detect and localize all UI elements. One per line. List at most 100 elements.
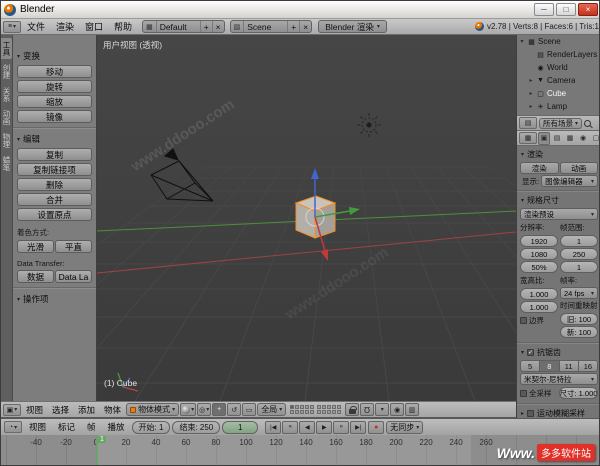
start-frame-field[interactable]: 1 [560, 235, 598, 247]
outliner-item-cube[interactable]: ▸ ▢ Cube [517, 87, 600, 100]
aa-samples-8[interactable]: 8 [540, 360, 559, 372]
expander-icon[interactable]: ▸ [528, 77, 534, 84]
outliner-item-scene[interactable]: ▾ ▦ Scene [517, 35, 600, 48]
panel-header-motion-blur[interactable]: ▸运动模糊采样 [517, 406, 600, 418]
snap-toggle[interactable]: Ω [360, 403, 374, 416]
viewport-3d[interactable]: 用户视图 (透视) (1) Cube www.ddooo.com www.ddo… [97, 35, 516, 401]
menu-add[interactable]: 添加 [74, 404, 99, 416]
editor-type-button[interactable]: ▦ [519, 132, 537, 144]
titlebar[interactable]: Blender ─ □ × [1, 1, 600, 19]
layer-cell[interactable] [290, 405, 294, 409]
editor-type-button[interactable]: ≡▾ [3, 21, 21, 33]
viewport-shading-dropdown[interactable]: ▾ [180, 403, 196, 416]
minimize-button[interactable]: ─ [534, 3, 554, 16]
current-frame-field[interactable]: 1 [222, 421, 258, 434]
resolution-x-field[interactable]: 1920 [520, 235, 558, 247]
full-sample-checkbox[interactable]: 全采样 [520, 387, 558, 400]
opengl-render-button[interactable]: ◉ [390, 403, 404, 416]
frame-step-field[interactable]: 1 [560, 261, 598, 273]
menu-file[interactable]: 文件 [22, 20, 50, 33]
playhead[interactable]: 1 [96, 435, 98, 466]
menu-select[interactable]: 选择 [48, 404, 73, 416]
set-origin-button[interactable]: 设置原点 [17, 208, 92, 221]
panel-header-render[interactable]: ▾渲染 [517, 147, 600, 161]
tab-tools[interactable]: 工具 [1, 38, 12, 59]
panel-header-antialiasing[interactable]: ▾✓抗锯齿 [517, 345, 600, 359]
menu-marker[interactable]: 标记 [53, 421, 80, 433]
expander-icon[interactable]: ▾ [519, 38, 525, 45]
layers-widget[interactable] [290, 405, 341, 414]
aspect-y-field[interactable]: 1.000 [520, 301, 558, 313]
opengl-render-anim-button[interactable]: ▥ [405, 403, 419, 416]
lamp-object[interactable] [357, 113, 381, 137]
aa-samples-5[interactable]: 5 [520, 360, 540, 372]
panel-header-transform[interactable]: ▾变换 [13, 48, 96, 63]
panel-header-edit[interactable]: ▾编辑 [13, 131, 96, 146]
outliner-item-lamp[interactable]: ▸ ☀ Lamp [517, 100, 600, 113]
display-dropdown[interactable]: 图像编辑器▾ [541, 175, 598, 187]
play-reverse-button[interactable]: ◀ [299, 421, 315, 434]
remove-scene-button[interactable]: × [299, 21, 311, 32]
menu-window[interactable]: 窗口 [80, 20, 108, 33]
expander-icon[interactable]: ▸ [528, 103, 534, 110]
editor-type-button[interactable]: ◔▾ [4, 421, 22, 433]
remap-old-field[interactable]: 旧: 100 [560, 313, 598, 325]
camera-object[interactable] [151, 149, 213, 201]
frame-end-field[interactable]: 结束: 250 [172, 421, 220, 434]
rotate-button[interactable]: 旋转 [17, 80, 92, 93]
resolution-percent-field[interactable]: 50% [520, 261, 558, 273]
tab-scene[interactable]: ▦ [564, 132, 576, 145]
auto-keyframe-button[interactable]: ● [368, 421, 384, 434]
resolution-y-field[interactable]: 1080 [520, 248, 558, 260]
outliner-item-world[interactable]: ◉ World [517, 61, 600, 74]
outliner-item-renderlayers[interactable]: ▤ RenderLayers [517, 48, 600, 61]
maximize-button[interactable]: □ [556, 3, 576, 16]
panel-header-operator[interactable]: ▾操作项 [13, 291, 96, 306]
tab-grease-pencil[interactable]: 蜡笔 [1, 153, 12, 174]
translate-button[interactable]: 移动 [17, 65, 92, 78]
frame-start-field[interactable]: 开始: 1 [132, 421, 171, 434]
aa-samples-11[interactable]: 11 [560, 360, 579, 372]
mode-dropdown[interactable]: 物体模式 ▾ [126, 403, 179, 416]
aspect-x-field[interactable]: 1.000 [520, 288, 558, 300]
display-mode-dropdown[interactable]: 所有场景▾ [539, 118, 582, 129]
render-presets-dropdown[interactable]: 渲染预设▾ [520, 208, 598, 220]
editor-type-button[interactable]: ▤ [519, 117, 537, 129]
add-layout-button[interactable]: + [200, 21, 212, 32]
shade-flat-button[interactable]: 平直 [55, 240, 92, 253]
snap-element-dropdown[interactable]: ▾ [375, 403, 389, 416]
tab-object[interactable]: ▢ [590, 132, 600, 145]
scale-button[interactable]: 缩放 [17, 95, 92, 108]
delete-button[interactable]: 删除 [17, 178, 92, 191]
checkbox-checked-icon[interactable]: ✓ [527, 349, 534, 356]
shade-smooth-button[interactable]: 光滑 [17, 240, 54, 253]
tab-relations[interactable]: 关系 [1, 84, 12, 105]
next-keyframe-button[interactable]: » [333, 421, 349, 434]
border-checkbox[interactable]: 边界 [520, 314, 558, 327]
manipulator-rotate-toggle[interactable]: ↺ [227, 403, 241, 416]
aa-filter-dropdown[interactable]: 米契尔-尼特拉▾ [520, 373, 598, 385]
aa-samples-16[interactable]: 16 [579, 360, 598, 372]
jump-to-end-button[interactable]: ▶| [350, 421, 366, 434]
data-layout-button[interactable]: Data La [55, 270, 92, 283]
expander-icon[interactable]: ▸ [528, 90, 534, 97]
play-button[interactable]: ▶ [316, 421, 332, 434]
render-engine-dropdown[interactable]: Blender 渲染 ▾ [318, 20, 387, 33]
panel-header-dimensions[interactable]: ▾规格尺寸 [517, 193, 600, 207]
scene-lock-toggle[interactable] [345, 403, 359, 416]
render-animation-button[interactable]: 动画 [560, 162, 599, 174]
scene-selector[interactable]: ▧ Scene + × [230, 20, 313, 33]
screen-layout-value[interactable]: Default [156, 21, 200, 32]
tab-create[interactable]: 创建 [1, 61, 12, 82]
manipulator-scale-toggle[interactable]: ▭ [242, 403, 256, 416]
tab-render[interactable]: ▣ [538, 132, 550, 145]
remap-new-field[interactable]: 新: 100 [560, 326, 598, 338]
outliner-item-camera[interactable]: ▸ ▼ Camera [517, 74, 600, 87]
viewport-canvas[interactable] [97, 35, 516, 401]
duplicate-button[interactable]: 复制 [17, 148, 92, 161]
tab-animation[interactable]: 动画 [1, 107, 12, 128]
menu-view[interactable]: 视图 [24, 421, 51, 433]
aa-size-field[interactable]: 尺寸: 1.000 [559, 387, 599, 399]
menu-frame[interactable]: 帧 [82, 421, 101, 433]
jump-to-start-button[interactable]: |◀ [265, 421, 281, 434]
